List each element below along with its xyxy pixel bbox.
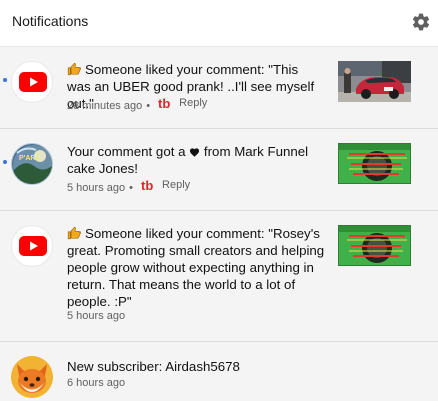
notification-item[interactable]: P'ART Your comment got a from Mark Funne… [0,129,438,211]
notification-meta: 5 hours ago • tb Reply [67,179,191,194]
youtube-logo [11,225,53,267]
timestamp: 5 hours ago [67,182,126,194]
svg-text:tb: tb [158,97,170,109]
reply-button[interactable]: tb Reply [141,179,190,191]
notification-item[interactable]: Someone liked your comment: "This was an… [0,47,438,129]
notification-item[interactable]: New subscriber: Airdash5678 6 hours ago [0,342,438,401]
channel-avatar: P'ART [11,143,53,185]
unread-indicator [3,78,7,82]
notification-meta: 28 minutes ago • tb Reply [67,97,208,112]
reply-label: Reply [162,179,191,191]
youtube-logo-icon [19,236,47,256]
thumbs-up-icon [67,62,81,76]
notification-text: Your comment got a from Mark Funnel cake… [67,144,309,176]
reply-label: Reply [179,97,208,109]
timestamp: 6 hours ago [67,377,126,389]
gear-icon[interactable] [411,12,431,32]
youtube-logo-icon [19,72,47,92]
notification-meta: 6 hours ago [67,377,125,389]
youtube-logo [11,61,53,103]
notifications-panel: Notifications Someone liked your comment… [0,0,438,401]
notification-meta: 5 hours ago [67,310,125,322]
tubebuddy-icon: tb [158,97,170,109]
car-thumbnail[interactable] [338,61,411,102]
notification-text: New subscriber: Airdash5678 [67,359,240,374]
notification-item[interactable]: Someone liked your comment: "Rosey's gre… [0,211,438,342]
green-thumbnail[interactable] [338,225,411,266]
timestamp: 5 hours ago [67,310,126,322]
heart-icon [190,148,200,157]
tubebuddy-icon: tb [141,179,153,191]
unread-indicator [3,160,7,164]
green-thumbnail[interactable] [338,143,411,184]
notifications-header: Notifications [0,0,438,47]
notification-text: Someone liked your comment: "Rosey's gre… [67,226,325,309]
thumbs-up-icon [67,226,81,240]
svg-text:tb: tb [141,179,153,191]
fox-avatar [11,356,53,398]
panel-title: Notifications [12,13,89,29]
timestamp: 28 minutes ago [67,100,143,112]
avatar-text: P'ART [19,155,40,162]
reply-button[interactable]: tb Reply [158,97,207,109]
